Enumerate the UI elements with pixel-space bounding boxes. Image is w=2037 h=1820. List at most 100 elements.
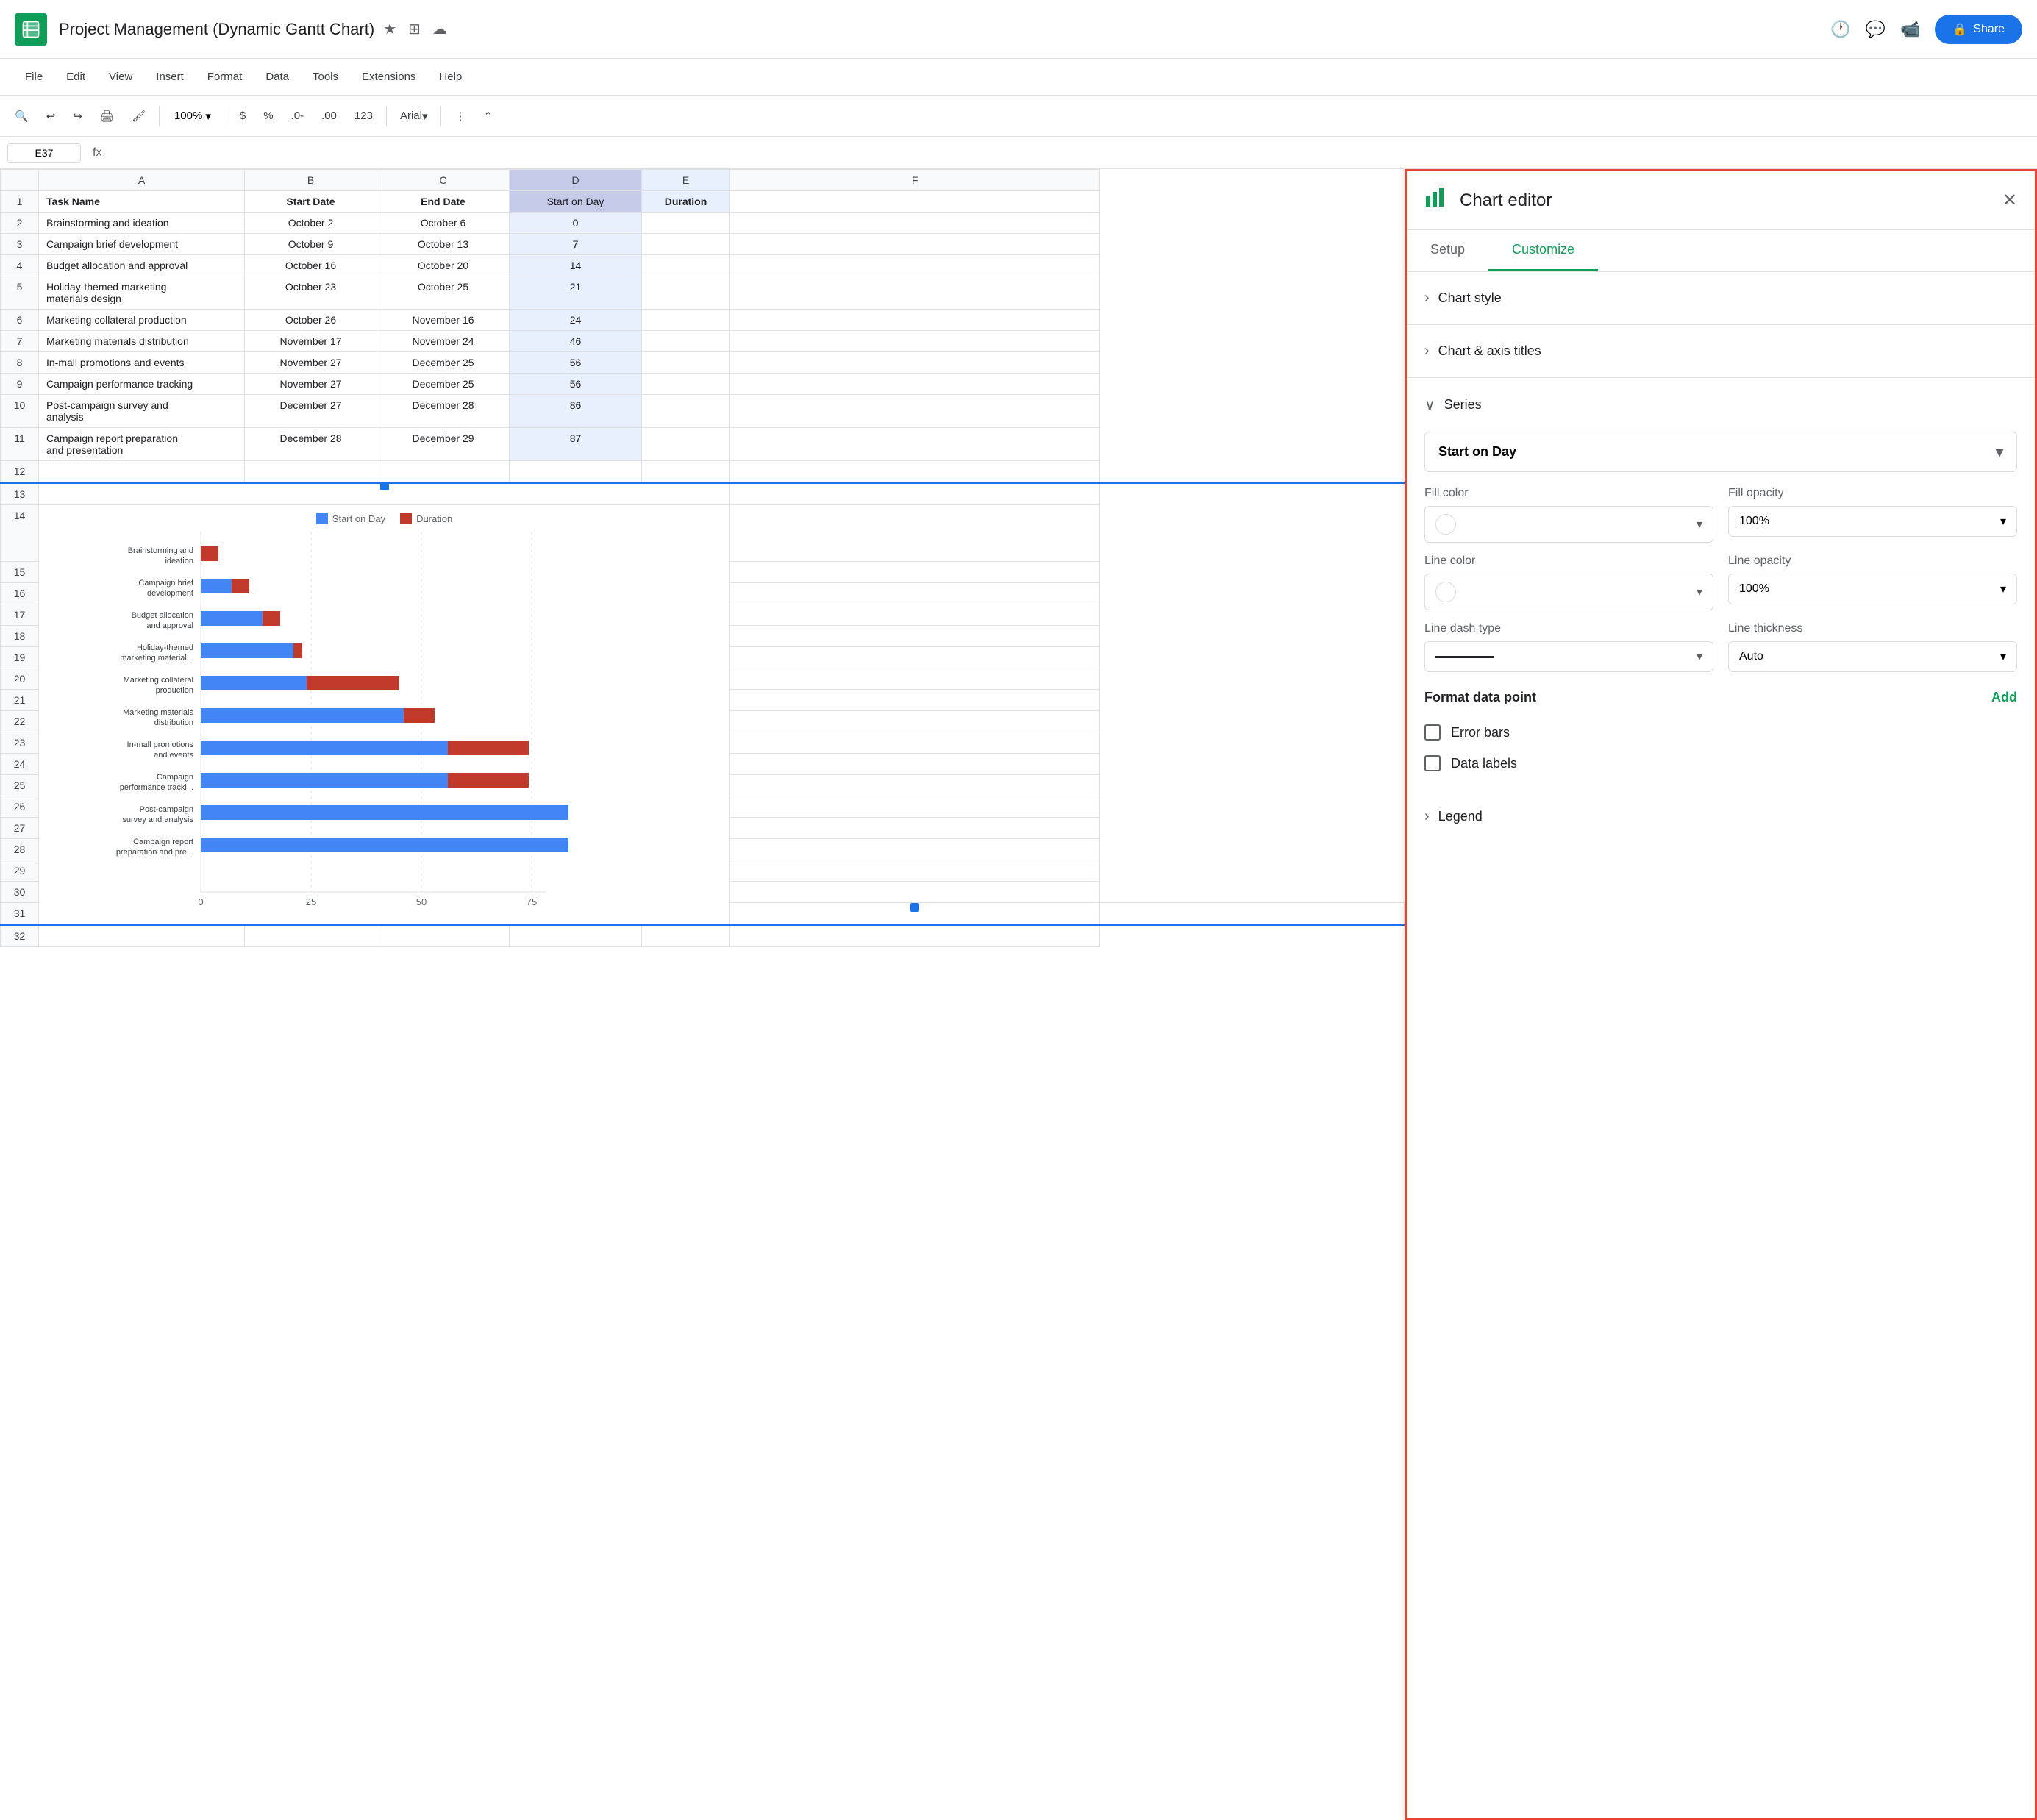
cell-f29[interactable] xyxy=(730,860,1100,882)
cell-a10[interactable]: Post-campaign survey andanalysis xyxy=(39,395,245,428)
cell-b5[interactable]: October 23 xyxy=(245,276,377,310)
cell-d3[interactable]: 7 xyxy=(510,234,642,255)
search-button[interactable]: 🔍 xyxy=(7,105,36,127)
meet-icon[interactable]: 📹 xyxy=(1900,20,1920,39)
history-icon[interactable]: 🕐 xyxy=(1830,20,1850,39)
cell-e12[interactable] xyxy=(642,461,730,483)
cell-f15[interactable] xyxy=(730,562,1100,583)
gantt-chart[interactable]: Start on Day Duration xyxy=(39,505,729,924)
currency-button[interactable]: $ xyxy=(232,105,253,126)
cell-c12[interactable] xyxy=(377,461,510,483)
cell-a8[interactable]: In-mall promotions and events xyxy=(39,352,245,374)
cell-e11[interactable] xyxy=(642,428,730,461)
cell-f26[interactable] xyxy=(730,796,1100,818)
cell-b2[interactable]: October 2 xyxy=(245,213,377,234)
menu-data[interactable]: Data xyxy=(255,66,299,88)
cell-a6[interactable]: Marketing collateral production xyxy=(39,310,245,331)
menu-view[interactable]: View xyxy=(99,66,143,88)
cell-a12[interactable] xyxy=(39,461,245,483)
cell-f25[interactable] xyxy=(730,775,1100,796)
menu-help[interactable]: Help xyxy=(429,66,472,88)
cell-a4[interactable]: Budget allocation and approval xyxy=(39,255,245,276)
cell-c11[interactable]: December 29 xyxy=(377,428,510,461)
chart-axis-header[interactable]: › Chart & axis titles xyxy=(1424,337,2017,365)
cell-f14[interactable] xyxy=(730,505,1100,562)
cell-c8[interactable]: December 25 xyxy=(377,352,510,374)
star-icon[interactable]: ★ xyxy=(383,20,396,38)
cell-e32[interactable] xyxy=(642,925,730,947)
cell-d6[interactable]: 24 xyxy=(510,310,642,331)
cell-d1[interactable]: Start on Day xyxy=(510,191,642,213)
tab-customize[interactable]: Customize xyxy=(1488,230,1598,271)
more-options-button[interactable]: ⋮ xyxy=(447,105,473,127)
decimal-increase-button[interactable]: .00 xyxy=(314,105,344,126)
font-select[interactable]: Arial ▾ xyxy=(393,105,435,127)
cell-c9[interactable]: December 25 xyxy=(377,374,510,395)
legend-section[interactable]: › Legend xyxy=(1407,791,2035,843)
cell-f11[interactable] xyxy=(730,428,1100,461)
percent-button[interactable]: % xyxy=(256,105,280,126)
col-header-d[interactable]: D xyxy=(510,170,642,191)
cell-c10[interactable]: December 28 xyxy=(377,395,510,428)
cell-c7[interactable]: November 24 xyxy=(377,331,510,352)
cell-f32[interactable] xyxy=(730,925,1100,947)
cell-b4[interactable]: October 16 xyxy=(245,255,377,276)
cell-e9[interactable] xyxy=(642,374,730,395)
fill-opacity-control[interactable]: 100% ▾ xyxy=(1728,506,2017,537)
cell-d7[interactable]: 46 xyxy=(510,331,642,352)
cell-e2[interactable] xyxy=(642,213,730,234)
cell-e7[interactable] xyxy=(642,331,730,352)
redo-button[interactable]: ↪ xyxy=(65,105,90,127)
copy-icon[interactable]: ⊞ xyxy=(408,20,421,38)
cell-d5[interactable]: 21 xyxy=(510,276,642,310)
add-format-point-button[interactable]: Add xyxy=(1991,690,2017,705)
series-dropdown[interactable]: Start on Day ▾ xyxy=(1424,432,2017,472)
cell-c1[interactable]: End Date xyxy=(377,191,510,213)
cell-a11[interactable]: Campaign report preparationand presentat… xyxy=(39,428,245,461)
collapse-button[interactable]: ⌃ xyxy=(476,105,500,127)
cell-f27[interactable] xyxy=(730,818,1100,839)
undo-button[interactable]: ↩ xyxy=(39,105,63,127)
cloud-icon[interactable]: ☁ xyxy=(432,20,447,38)
cell-f19[interactable] xyxy=(730,647,1100,668)
line-dash-control[interactable]: ▾ xyxy=(1424,641,1713,672)
col-header-a[interactable]: A xyxy=(39,170,245,191)
cell-f10[interactable] xyxy=(730,395,1100,428)
menu-insert[interactable]: Insert xyxy=(146,66,194,88)
cell-b3[interactable]: October 9 xyxy=(245,234,377,255)
cell-c5[interactable]: October 25 xyxy=(377,276,510,310)
cell-reference-input[interactable] xyxy=(7,143,81,163)
cell-f5[interactable] xyxy=(730,276,1100,310)
cell-b12[interactable] xyxy=(245,461,377,483)
col-header-b[interactable]: B xyxy=(245,170,377,191)
cell-d11[interactable]: 87 xyxy=(510,428,642,461)
cell-f12[interactable] xyxy=(730,461,1100,483)
cell-a7[interactable]: Marketing materials distribution xyxy=(39,331,245,352)
cell-c6[interactable]: November 16 xyxy=(377,310,510,331)
line-opacity-control[interactable]: 100% ▾ xyxy=(1728,574,2017,604)
cell-e8[interactable] xyxy=(642,352,730,374)
cell-c2[interactable]: October 6 xyxy=(377,213,510,234)
cell-e4[interactable] xyxy=(642,255,730,276)
share-button[interactable]: 🔒 Share xyxy=(1935,15,2022,44)
paint-format-button[interactable]: 🖌 xyxy=(124,105,153,127)
cell-a3[interactable]: Campaign brief development xyxy=(39,234,245,255)
cell-f31[interactable] xyxy=(1100,903,1405,925)
cell-f1[interactable] xyxy=(730,191,1100,213)
grid-container[interactable]: A B C D E F 1 Task Name Start Date End D… xyxy=(0,169,1405,1820)
cell-b10[interactable]: December 27 xyxy=(245,395,377,428)
cell-d8[interactable]: 56 xyxy=(510,352,642,374)
cell-f23[interactable] xyxy=(730,732,1100,754)
error-bars-checkbox[interactable] xyxy=(1424,724,1441,741)
format-number-button[interactable]: 123 xyxy=(347,105,380,126)
print-button[interactable]: 🖨 xyxy=(93,105,121,127)
cell-e10[interactable] xyxy=(642,395,730,428)
cell-e3[interactable] xyxy=(642,234,730,255)
editor-close-button[interactable]: ✕ xyxy=(2002,190,2017,211)
cell-d32[interactable] xyxy=(510,925,642,947)
cell-d10[interactable]: 86 xyxy=(510,395,642,428)
cell-f8[interactable] xyxy=(730,352,1100,374)
cell-a2[interactable]: Brainstorming and ideation xyxy=(39,213,245,234)
cell-b6[interactable]: October 26 xyxy=(245,310,377,331)
cell-f4[interactable] xyxy=(730,255,1100,276)
